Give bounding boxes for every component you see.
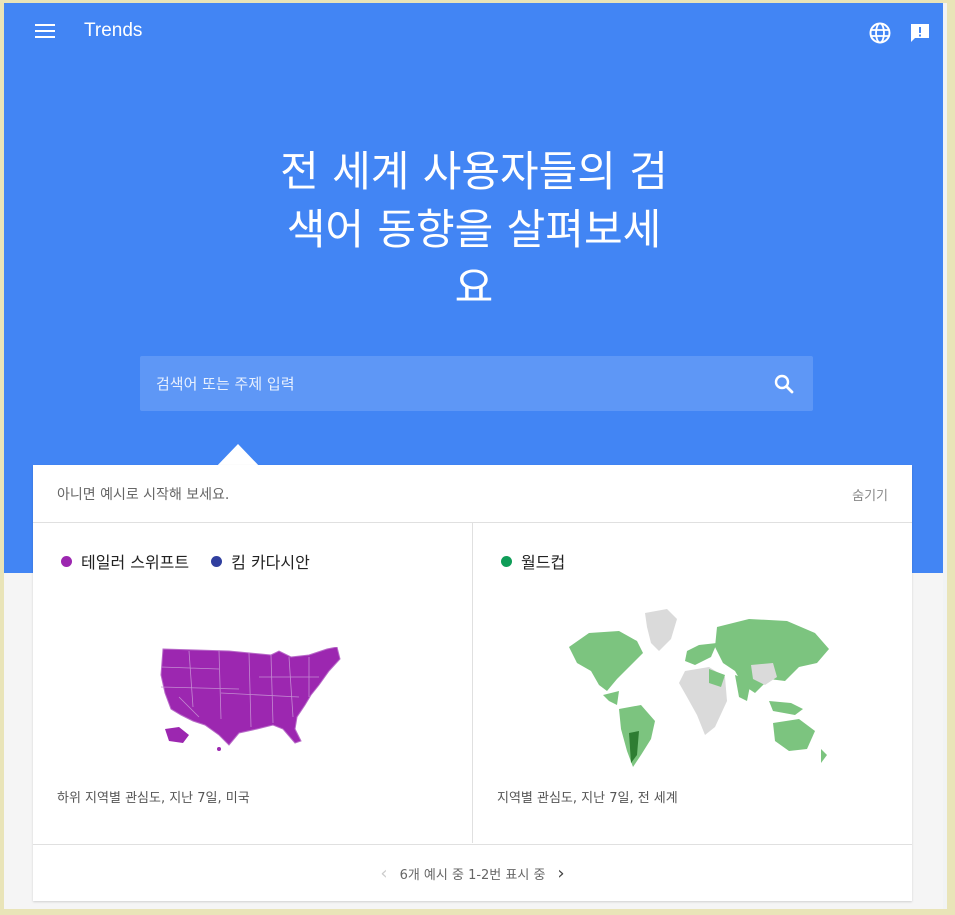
examples-header: 아니면 예시로 시작해 보세요. 숨기기: [33, 465, 912, 523]
headline-line: 전 세계 사용자들의 검: [280, 147, 668, 196]
example-legend: 테일러 스위프트 킴 카다시안: [61, 549, 332, 573]
legend-item: 월드컵: [501, 549, 565, 573]
example-caption: 하위 지역별 관심도, 지난 7일, 미국: [57, 791, 250, 806]
app-title[interactable]: Trends: [84, 20, 142, 42]
examples-intro: 아니면 예시로 시작해 보세요.: [57, 487, 230, 503]
pager: ‹ 6개 예시 중 1-2번 표시 중 ›: [33, 845, 912, 902]
search-box: [140, 356, 813, 411]
legend-label: 킴 카다시안: [231, 553, 310, 572]
legend-label: 테일러 스위프트: [81, 553, 190, 572]
legend-dot: [501, 555, 512, 567]
pager-status: 6개 예시 중 1-2번 표시 중: [399, 868, 546, 883]
top-app-bar: Trends: [4, 3, 943, 61]
globe-icon[interactable]: [868, 21, 892, 45]
examples-footer: ‹ 6개 예시 중 1-2번 표시 중 ›: [33, 844, 912, 902]
search-input[interactable]: [140, 356, 766, 411]
chevron-left-icon[interactable]: ‹: [368, 863, 399, 884]
example-card-usa[interactable]: 테일러 스위프트 킴 카다시안 하위 지역별 관심도, 지난 7일, 미국: [33, 523, 473, 843]
example-caption: 지역별 관심도, 지난 7일, 전 세계: [497, 791, 678, 806]
hero-headline: 전 세계 사용자들의 검 색어 동향을 살펴보세 요: [164, 143, 784, 317]
menu-icon[interactable]: [35, 24, 55, 40]
legend-dot: [211, 555, 223, 567]
usa-map: [160, 647, 341, 751]
example-legend: 월드컵: [501, 549, 587, 573]
legend-label: 월드컵: [521, 553, 566, 572]
feedback-icon[interactable]: [908, 21, 932, 45]
search-icon[interactable]: [772, 372, 796, 396]
chevron-right-icon[interactable]: ›: [545, 863, 576, 884]
legend-dot: [61, 555, 72, 567]
headline-line: 색어 동향을 살펴보세: [286, 205, 662, 254]
hide-button[interactable]: 숨기기: [852, 485, 888, 504]
headline-line: 요: [454, 263, 494, 312]
example-card-world[interactable]: 월드컵 지역별 관심도, 지난 7일, 전 세계: [473, 523, 912, 843]
examples-card: 아니면 예시로 시작해 보세요. 숨기기 테일러 스위프트 킴 카다시안 하위 …: [33, 465, 912, 901]
legend-item: 킴 카다시안: [211, 549, 310, 573]
world-map: [569, 609, 829, 767]
legend-item: 테일러 스위프트: [61, 549, 189, 573]
